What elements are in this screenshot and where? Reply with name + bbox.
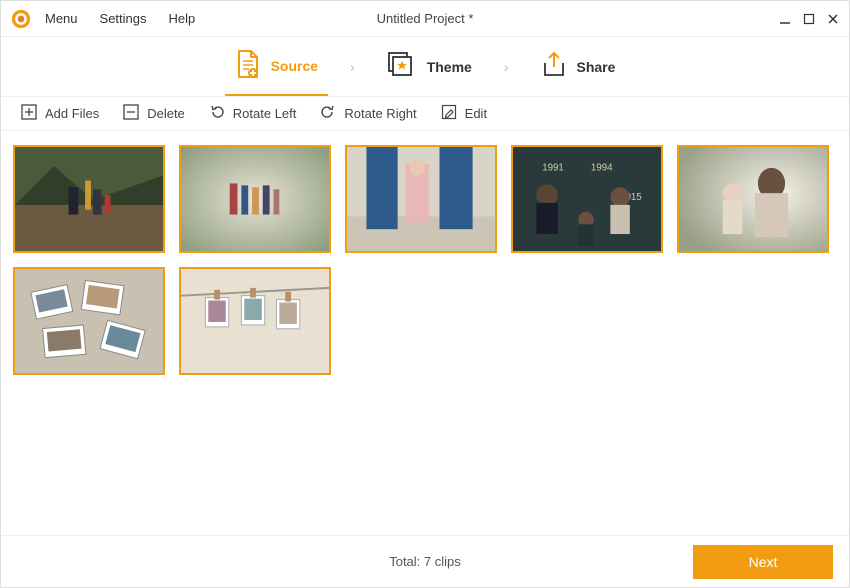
clip-thumbnail[interactable] (179, 145, 331, 253)
minus-square-icon (123, 104, 139, 123)
chevron-right-icon: › (504, 59, 509, 75)
add-files-button[interactable]: Add Files (21, 104, 99, 123)
chevron-right-icon: › (350, 59, 355, 75)
help-button[interactable]: Help (169, 11, 196, 26)
app-icon (11, 9, 31, 29)
menu-button[interactable]: Menu (45, 11, 78, 26)
step-label: Theme (427, 59, 472, 75)
settings-button[interactable]: Settings (100, 11, 147, 26)
theme-icon (387, 51, 417, 82)
tool-label: Rotate Right (344, 106, 416, 121)
footer: Total: 7 clips Next (1, 535, 849, 587)
tool-label: Delete (147, 106, 185, 121)
clip-grid: 199119942015 (1, 131, 849, 535)
delete-button[interactable]: Delete (123, 104, 185, 123)
document-add-icon (235, 49, 261, 82)
stepper: Source › Theme › Share (1, 37, 849, 97)
rotate-left-icon (209, 104, 225, 123)
clip-thumbnail[interactable] (13, 267, 165, 375)
clip-thumbnail[interactable]: 199119942015 (511, 145, 663, 253)
rotate-right-button[interactable]: Rotate Right (320, 104, 416, 123)
toolbar: Add Files Delete Rotate Left Rotate Righ… (1, 97, 849, 131)
edit-button[interactable]: Edit (441, 104, 487, 123)
close-icon[interactable] (827, 13, 839, 25)
tool-label: Edit (465, 106, 487, 121)
minimize-icon[interactable] (779, 13, 791, 25)
plus-square-icon (21, 104, 37, 123)
clip-thumbnail[interactable] (179, 267, 331, 375)
edit-icon (441, 104, 457, 123)
rotate-right-icon (320, 104, 336, 123)
rotate-left-button[interactable]: Rotate Left (209, 104, 297, 123)
tool-label: Add Files (45, 106, 99, 121)
svg-text:1991: 1991 (542, 163, 564, 174)
clip-thumbnail[interactable] (677, 145, 829, 253)
step-label: Source (271, 58, 318, 74)
svg-text:1994: 1994 (591, 163, 613, 174)
step-label: Share (577, 59, 616, 75)
titlebar: Menu Settings Help Untitled Project * (1, 1, 849, 37)
clip-thumbnail[interactable] (13, 145, 165, 253)
next-button[interactable]: Next (693, 545, 833, 579)
clip-thumbnail[interactable] (345, 145, 497, 253)
step-share[interactable]: Share (531, 37, 626, 96)
share-icon (541, 51, 567, 82)
tool-label: Rotate Left (233, 106, 297, 121)
step-theme[interactable]: Theme (377, 37, 482, 96)
maximize-icon[interactable] (803, 13, 815, 25)
step-source[interactable]: Source (225, 37, 328, 96)
